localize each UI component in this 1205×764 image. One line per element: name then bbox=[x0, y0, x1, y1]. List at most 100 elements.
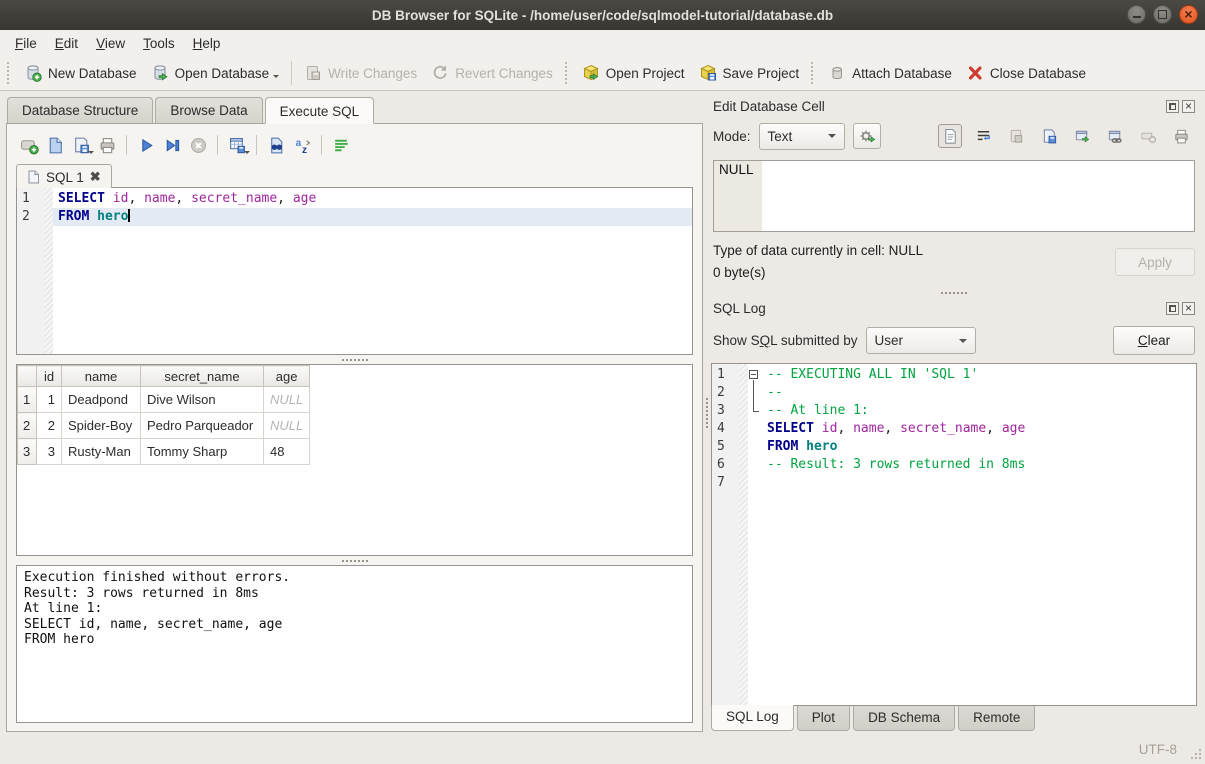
export-cell-icon[interactable] bbox=[1037, 124, 1061, 148]
toolbar-handle[interactable] bbox=[7, 62, 12, 84]
column-header-age[interactable]: age bbox=[264, 366, 310, 387]
find-in-sql-button[interactable] bbox=[263, 132, 289, 158]
dock-splitter[interactable] bbox=[711, 288, 1197, 297]
row-number[interactable]: 3 bbox=[18, 439, 37, 465]
menu-edit[interactable]: Edit bbox=[46, 33, 87, 54]
text-mode-icon[interactable] bbox=[938, 124, 962, 148]
results-status-splitter[interactable] bbox=[16, 556, 693, 565]
float-dock-icon[interactable] bbox=[1166, 302, 1179, 315]
new-sql-tab-button[interactable] bbox=[16, 132, 42, 158]
menu-view[interactable]: View bbox=[87, 33, 134, 54]
encoding-indicator[interactable]: UTF-8 bbox=[1139, 742, 1177, 757]
float-dock-icon[interactable] bbox=[1166, 100, 1179, 113]
copy-url-icon[interactable] bbox=[1103, 124, 1127, 148]
resize-grip[interactable] bbox=[1190, 748, 1202, 760]
titlebar[interactable]: DB Browser for SQLite - /home/user/code/… bbox=[0, 0, 1205, 30]
cell-age[interactable]: 48 bbox=[264, 439, 310, 465]
fold-margin bbox=[739, 456, 748, 474]
svg-text:a: a bbox=[295, 138, 301, 149]
cell-value: NULL bbox=[714, 161, 762, 231]
editor-results-splitter[interactable] bbox=[16, 355, 693, 364]
column-header-secret-name[interactable]: secret_name bbox=[141, 366, 264, 387]
line-number: 7 bbox=[712, 474, 739, 492]
cell-name[interactable]: Deadpond bbox=[62, 387, 141, 413]
sql-log-filter-row: Show SQL submitted by User Clear bbox=[711, 320, 1197, 363]
close-dock-icon[interactable] bbox=[1182, 100, 1195, 113]
attach-database-label: Attach Database bbox=[852, 66, 952, 81]
save-project-button[interactable]: Save Project bbox=[692, 60, 807, 86]
cell-secret-name[interactable]: Tommy Sharp bbox=[141, 439, 264, 465]
toolbar-handle[interactable] bbox=[811, 62, 816, 84]
cell-age[interactable]: NULL bbox=[264, 387, 310, 413]
row-number[interactable]: 1 bbox=[18, 387, 37, 413]
save-results-dropdown-caret[interactable] bbox=[244, 151, 250, 157]
column-header-id[interactable]: id bbox=[37, 366, 62, 387]
sql-log-view[interactable]: 1-- EXECUTING ALL IN 'SQL 1'2--3-- At li… bbox=[711, 363, 1197, 706]
cell-id[interactable]: 3 bbox=[37, 439, 62, 465]
attach-database-button[interactable]: Attach Database bbox=[821, 60, 959, 86]
save-sql-file-button[interactable] bbox=[68, 132, 94, 158]
word-wrap-icon[interactable] bbox=[971, 124, 995, 148]
open-in-external-icon[interactable] bbox=[1070, 124, 1094, 148]
cell-secret-name[interactable]: Dive Wilson bbox=[141, 387, 264, 413]
close-sql-tab-icon[interactable]: ✖ bbox=[90, 169, 101, 185]
open-sql-file-button[interactable] bbox=[42, 132, 68, 158]
maximize-button[interactable] bbox=[1153, 5, 1172, 24]
tab-browse-data[interactable]: Browse Data bbox=[155, 97, 262, 123]
bottom-tab-db-schema[interactable]: DB Schema bbox=[853, 706, 955, 731]
open-project-button[interactable]: Open Project bbox=[575, 60, 692, 86]
fold-marker[interactable] bbox=[748, 366, 762, 384]
open-database-label: Open Database bbox=[175, 66, 270, 81]
column-header-name[interactable]: name bbox=[62, 366, 141, 387]
main-area: Database StructureBrowse DataExecute SQL bbox=[0, 91, 1205, 734]
row-number[interactable]: 2 bbox=[18, 413, 37, 439]
cell-id[interactable]: 1 bbox=[37, 387, 62, 413]
submitted-by-select[interactable]: User bbox=[866, 327, 976, 354]
save-results-button[interactable] bbox=[224, 132, 250, 158]
bottom-tab-sql-log[interactable]: SQL Log bbox=[711, 705, 794, 731]
execute-current-line-button[interactable] bbox=[159, 132, 185, 158]
toolbar-handle[interactable] bbox=[565, 62, 570, 84]
sql-editor[interactable]: 1SELECT id, name, secret_name, age2FROM … bbox=[16, 187, 693, 355]
clear-log-button[interactable]: Clear bbox=[1113, 326, 1195, 355]
revert-changes-label: Revert Changes bbox=[455, 66, 553, 81]
import-cell-icon bbox=[1004, 124, 1028, 148]
fold-column bbox=[748, 474, 762, 492]
menu-file[interactable]: File bbox=[6, 33, 46, 54]
code-text: SELECT id, name, secret_name, age bbox=[762, 420, 1196, 438]
cell-secret-name[interactable]: Pedro Parqueador bbox=[141, 413, 264, 439]
print-cell-icon[interactable] bbox=[1169, 124, 1193, 148]
tab-database-structure[interactable]: Database Structure bbox=[7, 97, 153, 123]
execute-all-button[interactable] bbox=[133, 132, 159, 158]
line-number: 4 bbox=[712, 420, 739, 438]
new-database-button[interactable]: New Database bbox=[17, 60, 144, 86]
autocomplete-toggle-button[interactable]: az bbox=[289, 132, 315, 158]
auto-apply-button[interactable] bbox=[853, 123, 881, 149]
code-line: 4 SELECT id, name, secret_name, age bbox=[712, 420, 1196, 438]
cell-age[interactable]: NULL bbox=[264, 413, 310, 439]
sql-doc-tab[interactable]: SQL 1 ✖ bbox=[16, 164, 112, 188]
close-dock-icon[interactable] bbox=[1182, 302, 1195, 315]
close-database-icon bbox=[966, 64, 984, 82]
cell-id[interactable]: 2 bbox=[37, 413, 62, 439]
code-line: 2FROM hero bbox=[17, 208, 692, 226]
close-database-button[interactable]: Close Database bbox=[959, 60, 1093, 86]
bottom-tab-remote[interactable]: Remote bbox=[958, 706, 1035, 731]
tab-execute-sql[interactable]: Execute SQL bbox=[265, 97, 375, 124]
mode-select[interactable]: Text bbox=[759, 123, 845, 150]
print-sql-button[interactable] bbox=[94, 132, 120, 158]
fold-margin bbox=[739, 384, 748, 402]
bottom-tab-plot[interactable]: Plot bbox=[797, 706, 850, 731]
cell-name[interactable]: Rusty-Man bbox=[62, 439, 141, 465]
menu-tools[interactable]: Tools bbox=[134, 33, 184, 54]
corner-header[interactable] bbox=[18, 366, 37, 387]
minimize-button[interactable] bbox=[1127, 5, 1146, 24]
close-button[interactable] bbox=[1179, 5, 1198, 24]
cell-name[interactable]: Spider-Boy bbox=[62, 413, 141, 439]
format-sql-button[interactable] bbox=[328, 132, 354, 158]
open-database-dropdown-caret[interactable] bbox=[273, 75, 279, 81]
open-database-button[interactable]: Open Database bbox=[144, 60, 287, 86]
cell-value-editor[interactable]: NULL bbox=[713, 160, 1195, 232]
menu-help[interactable]: Help bbox=[184, 33, 230, 54]
main-vertical-splitter[interactable] bbox=[703, 91, 711, 734]
